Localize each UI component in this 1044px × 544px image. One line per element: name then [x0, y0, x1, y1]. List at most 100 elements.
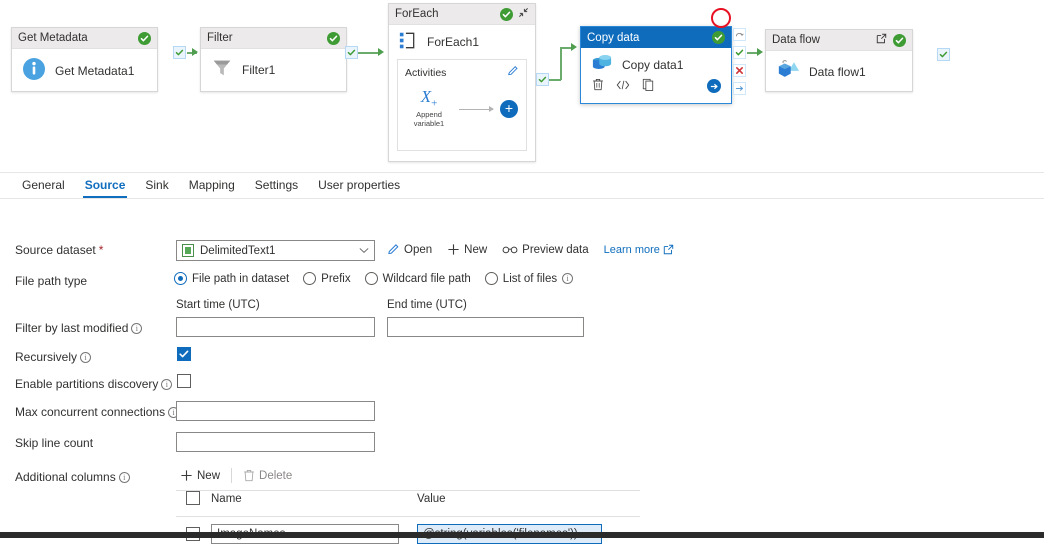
enable-partitions-discovery-checkbox[interactable]	[177, 374, 191, 388]
node-header: Data flow	[766, 30, 912, 51]
radio-file-path-in-dataset[interactable]: File path in dataset	[174, 272, 289, 285]
skip-handle-copy-data[interactable]	[733, 28, 746, 41]
activity-node-foreach[interactable]: ForEach ForEach1 Activities X+ Append va…	[388, 3, 536, 162]
recursively-label: Recursively i	[15, 350, 92, 364]
file-path-type-radio-group[interactable]: File path in dataset Prefix Wildcard fil…	[174, 272, 574, 285]
pencil-icon	[388, 244, 399, 254]
success-handle-get-metadata[interactable]	[173, 46, 186, 59]
validation-check-icon	[138, 31, 151, 45]
data-flow-icon	[776, 59, 800, 84]
new-label: New	[197, 469, 221, 482]
tab-sink[interactable]: Sink	[135, 178, 178, 198]
validation-check-icon	[327, 31, 340, 45]
clone-icon[interactable]	[642, 78, 654, 94]
additional-columns-toolbar[interactable]: New Delete	[180, 468, 292, 483]
source-dataset-label-group: Source dataset *	[15, 243, 103, 257]
source-dataset-label: Source dataset *	[15, 243, 104, 257]
info-icon[interactable]: i	[118, 471, 130, 483]
node-activity-name: Filter1	[242, 62, 276, 77]
tab-user-properties[interactable]: User properties	[308, 178, 410, 198]
success-handle-foreach[interactable]	[536, 73, 549, 86]
info-icon[interactable]: i	[562, 273, 574, 284]
column-header-value: Value	[417, 493, 446, 505]
copy-data-toolbar[interactable]	[581, 76, 731, 96]
properties-tab-strip[interactable]: General Source Sink Mapping Settings Use…	[0, 172, 1044, 199]
radio-wildcard-file-path[interactable]: Wildcard file path	[364, 272, 471, 285]
edge-arrow	[757, 48, 763, 56]
info-icon[interactable]: i	[80, 351, 92, 363]
source-dataset-commands[interactable]: Open New Preview data Learn more	[387, 243, 674, 256]
plus-circle-icon[interactable]: +	[500, 100, 518, 119]
recursively-checkbox[interactable]	[177, 347, 191, 361]
radio-list-of-files[interactable]: List of files i	[484, 272, 574, 285]
inner-flow-arrow	[459, 105, 494, 112]
additional-columns-new-button[interactable]: New	[180, 469, 220, 482]
max-concurrent-connections-input[interactable]	[176, 401, 375, 421]
additional-columns-delete-button[interactable]: Delete	[243, 469, 292, 482]
new-dataset-button[interactable]: New	[447, 243, 487, 256]
tab-source[interactable]: Source	[75, 178, 136, 198]
column-header-name: Name	[211, 493, 242, 505]
collapse-icon[interactable]	[518, 7, 529, 21]
activity-node-get-metadata[interactable]: Get Metadata Get Metadata1	[11, 27, 158, 92]
node-header: Get Metadata	[12, 28, 157, 49]
activity-node-data-flow[interactable]: Data flow Data flow1	[765, 29, 913, 92]
node-activity-name: ForEach1	[427, 35, 480, 49]
foreach-inner-activity-row: X+ Append variable1 +	[398, 88, 526, 128]
enable-partitions-discovery-label: Enable partitions discovery i	[15, 377, 173, 391]
node-header: ForEach	[389, 4, 535, 25]
node-activity-name: Get Metadata1	[55, 63, 135, 78]
info-icon[interactable]: i	[161, 378, 173, 390]
success-handle-data-flow[interactable]	[937, 48, 950, 61]
file-path-type-label: File path type	[15, 274, 88, 288]
failure-handle-copy-data[interactable]	[733, 64, 746, 77]
success-handle-copy-data[interactable]	[733, 46, 746, 59]
open-dataset-button[interactable]: Open	[387, 243, 432, 256]
copy-data-icon	[591, 53, 613, 76]
chevron-down-icon[interactable]	[359, 246, 369, 256]
select-all-checkbox[interactable]	[186, 491, 200, 505]
node-activity-name: Copy data1	[622, 57, 684, 72]
inner-activity-append-variable[interactable]: X+ Append variable1	[406, 88, 452, 128]
filter-last-modified-label: Filter by last modified i	[15, 321, 143, 335]
source-dataset-select[interactable]: DelimitedText1	[176, 240, 375, 261]
tab-settings[interactable]: Settings	[245, 178, 308, 198]
tab-general[interactable]: General	[12, 178, 75, 198]
new-label: New	[464, 243, 488, 256]
success-handle-filter[interactable]	[345, 46, 358, 59]
radio-prefix[interactable]: Prefix	[303, 272, 351, 285]
end-time-input[interactable]	[387, 317, 584, 337]
end-time-label: End time (UTC)	[387, 299, 467, 311]
open-external-icon[interactable]	[876, 33, 887, 47]
activity-node-filter[interactable]: Filter Filter1	[200, 27, 347, 92]
pencil-icon[interactable]	[507, 65, 519, 80]
completion-handle-copy-data[interactable]	[733, 82, 746, 95]
radio-label: List of files	[502, 272, 558, 285]
skip-line-count-input[interactable]	[176, 432, 375, 452]
trash-icon[interactable]	[592, 78, 604, 94]
foreach-activities-container[interactable]: Activities X+ Append variable1 +	[397, 59, 527, 151]
source-dataset-value: DelimitedText1	[200, 244, 276, 257]
info-icon	[22, 57, 46, 84]
validation-check-icon	[712, 31, 725, 44]
learn-more-link[interactable]: Learn more	[604, 244, 674, 256]
start-time-input[interactable]	[176, 317, 375, 337]
learn-more-label: Learn more	[603, 243, 660, 256]
preview-data-button[interactable]: Preview data	[502, 244, 589, 256]
foreach-icon	[399, 31, 418, 53]
bottom-bar	[0, 532, 1044, 538]
info-icon[interactable]: i	[131, 322, 143, 334]
activity-node-copy-data[interactable]: Copy data Copy data1	[580, 26, 732, 104]
radio-label: File path in dataset	[192, 272, 290, 285]
open-label: Open	[404, 243, 433, 256]
skip-line-count-label: Skip line count	[15, 436, 94, 450]
run-arrow-icon[interactable]	[707, 79, 721, 93]
node-header-title: Get Metadata	[18, 32, 88, 44]
pipeline-canvas[interactable]: Get Metadata Get Metadata1 Filter Filter…	[0, 0, 1044, 172]
radio-label: Wildcard file path	[382, 272, 471, 285]
start-time-label: Start time (UTC)	[176, 299, 260, 311]
node-header-title: ForEach	[395, 8, 439, 20]
plus-icon	[181, 470, 192, 481]
tab-mapping[interactable]: Mapping	[179, 178, 245, 198]
code-icon[interactable]	[616, 79, 630, 94]
